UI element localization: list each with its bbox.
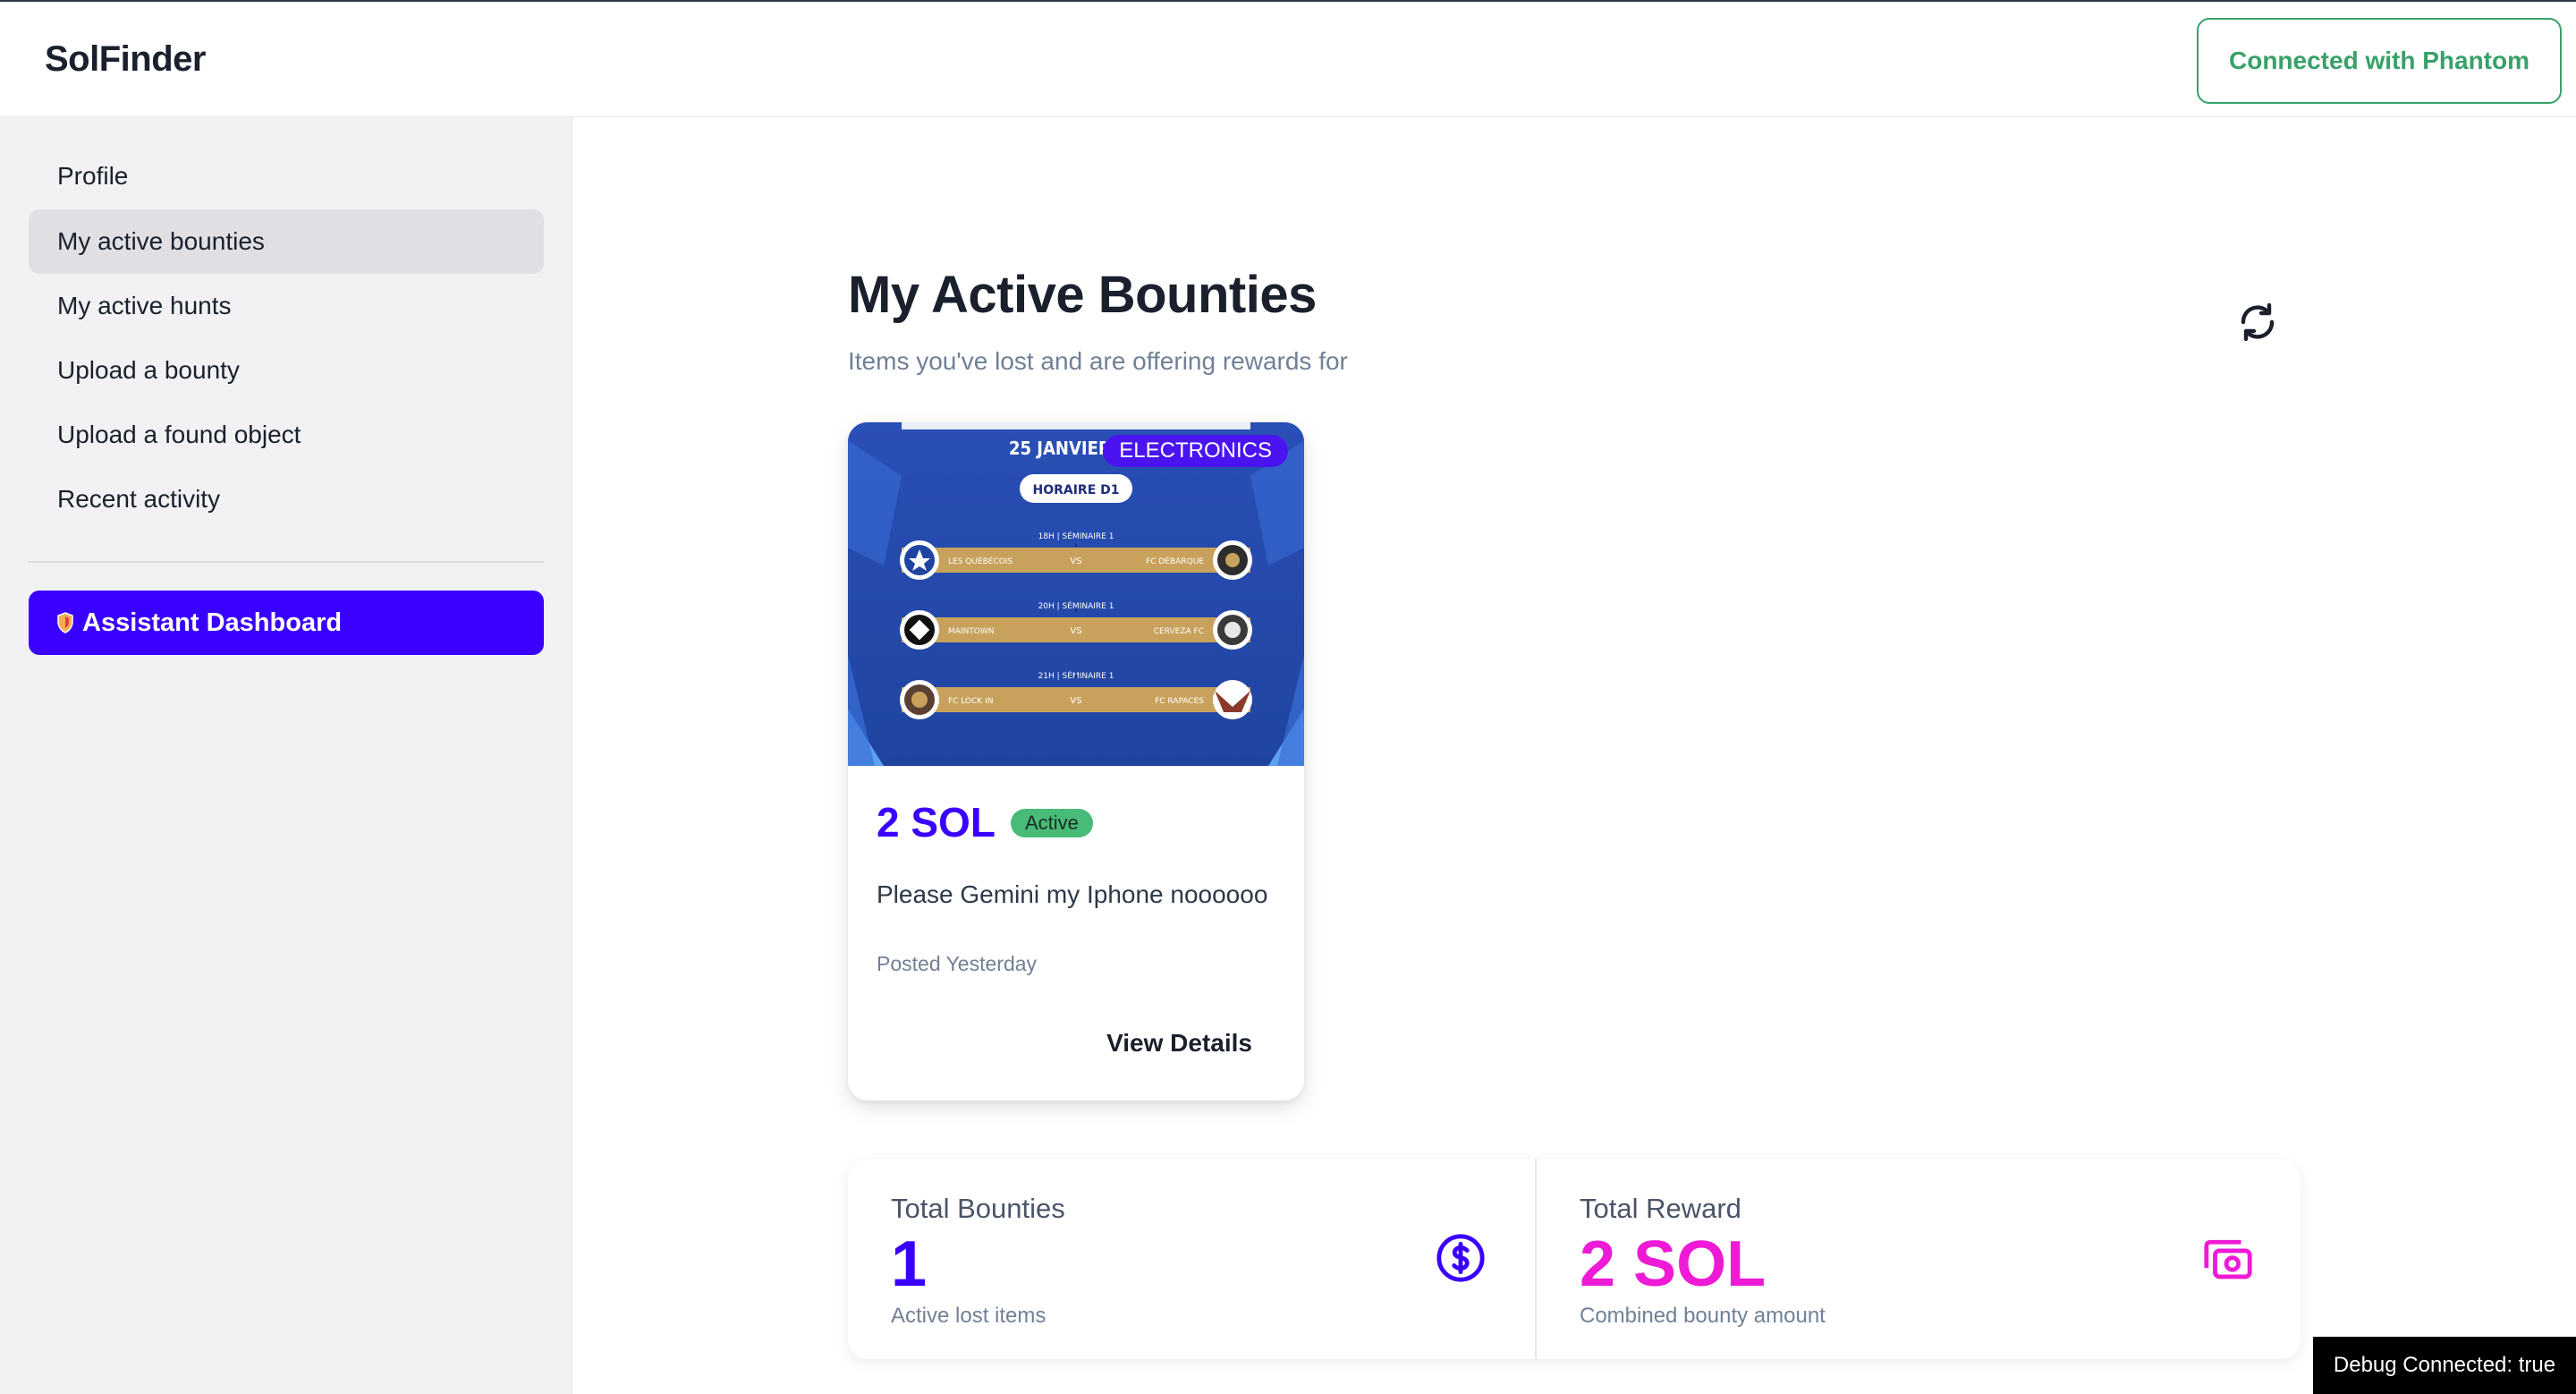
match-3-vs: VS xyxy=(1070,696,1081,706)
match-2-away: CERVEZA FC xyxy=(1154,627,1204,636)
sidebar-item-upload-bounty[interactable]: Upload a bounty xyxy=(29,338,544,403)
sidebar-item-my-active-hunts[interactable]: My active hunts xyxy=(29,274,544,338)
match-1-away: FC DÉBARQUE xyxy=(1146,556,1204,566)
bounty-card[interactable]: 25 JANVIER 2 HORAIRE D1 18H | SÉMINAIRE … xyxy=(848,422,1304,1101)
sidebar-item-my-active-bounties[interactable]: My active bounties xyxy=(29,209,544,274)
posted-date: Posted Yesterday xyxy=(877,952,1038,975)
match-1-time: 18H | SÉMINAIRE 1 xyxy=(1038,531,1114,541)
match-3-home: FC LOCK IN xyxy=(948,697,994,706)
shield-icon xyxy=(57,612,73,633)
assistant-dashboard-label: Assistant Dashboard xyxy=(82,608,343,637)
assistant-dashboard-button[interactable]: Assistant Dashboard xyxy=(29,591,544,655)
top-bar: SolFinder Connected with Phantom xyxy=(0,0,2576,117)
view-details-button[interactable]: View Details xyxy=(1106,1029,1252,1058)
sidebar-item-recent-activity[interactable]: Recent activity xyxy=(29,467,544,531)
brand-logo[interactable]: SolFinder xyxy=(45,39,206,80)
total-bounties-value: 1 xyxy=(891,1228,928,1300)
dollar-circle-icon xyxy=(1436,1234,1485,1282)
debug-indicator: Debug Connected: true xyxy=(2313,1337,2576,1394)
sidebar-item-profile[interactable]: Profile xyxy=(29,144,544,208)
wallet-connect-button[interactable]: Connected with Phantom xyxy=(2197,18,2562,104)
total-bounties-label: Total Bounties xyxy=(891,1193,1065,1224)
bounty-reward: 2 SOL xyxy=(877,799,996,846)
bounty-description: Please Gemini my Iphone noooooo xyxy=(877,880,1268,908)
bounty-poster-graphic: 25 JANVIER 2 HORAIRE D1 18H | SÉMINAIRE … xyxy=(848,422,1304,766)
sidebar-divider xyxy=(29,561,544,563)
refresh-icon[interactable] xyxy=(2236,301,2279,344)
bounty-image: 25 JANVIER 2 HORAIRE D1 18H | SÉMINAIRE … xyxy=(848,422,1304,766)
sidebar-item-upload-found-object[interactable]: Upload a found object xyxy=(29,403,544,467)
cash-icon xyxy=(2204,1239,2252,1279)
stats-panel: Total Bounties 1 Active lost items Total… xyxy=(848,1159,2301,1359)
category-tag: ELECTRONICS xyxy=(1103,435,1288,467)
total-reward-label: Total Reward xyxy=(1580,1193,1741,1224)
page-title: My Active Bounties xyxy=(848,266,1317,324)
match-2-vs: VS xyxy=(1070,626,1081,636)
total-bounties-sub: Active lost items xyxy=(891,1304,1046,1328)
page-subtitle: Items you've lost and are offering rewar… xyxy=(848,347,1348,375)
match-1-vs: VS xyxy=(1070,557,1081,566)
total-reward-sub: Combined bounty amount xyxy=(1580,1304,1826,1328)
match-1-home: LES QUÉBÉCOIS xyxy=(948,556,1013,566)
poster-banner: HORAIRE D1 xyxy=(1032,483,1119,497)
stats-divider xyxy=(1535,1159,1537,1359)
match-2-home: MAINTOWN xyxy=(948,627,995,636)
status-badge: Active xyxy=(1011,809,1093,837)
sidebar: Profile My active bounties My active hun… xyxy=(0,117,572,1394)
match-3-away: FC RAPACES xyxy=(1155,697,1204,706)
total-reward-value: 2 SOL xyxy=(1580,1228,1767,1300)
